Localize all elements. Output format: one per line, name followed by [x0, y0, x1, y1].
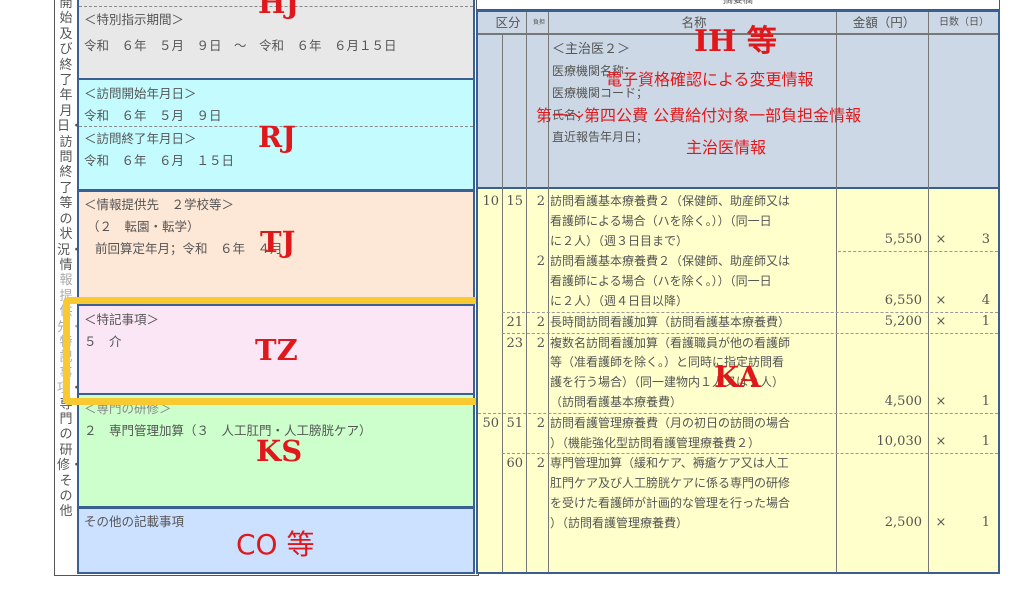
row-burden: 2	[536, 335, 545, 351]
annotation-public-expense: 第一～第四公費 公費給付対象一部負担金情報	[536, 106, 862, 125]
row-times-sign: ×	[935, 514, 947, 530]
row-name: 訪問看護管理療養費（月の初日の訪問の場合 ）（機能強化型訪問看護管理療養費２）	[550, 415, 791, 450]
row-category-minor: 23	[506, 335, 523, 351]
row-name: 訪問看護基本療養費２（保健師、助産師又は 看護師による場合（ハを除く。））（同一…	[550, 254, 791, 308]
specialized-training-heading: ＜専門の研修＞	[84, 401, 172, 416]
special-notes-heading: ＜特記事項＞	[84, 312, 160, 327]
row-separator	[502, 453, 998, 455]
col-divider	[502, 34, 503, 572]
row-burden: 2	[536, 194, 545, 209]
row-separator	[502, 332, 998, 334]
row-category-minor: 51	[506, 415, 523, 431]
row-times-sign: ×	[935, 393, 947, 409]
row-category-minor: 15	[506, 194, 523, 209]
row-name: 長時間訪問看護加算（訪問看護基本療養費）	[550, 314, 791, 329]
summary-title: 摘要欄	[476, 0, 1000, 10]
other-notes-heading: その他の記載事項	[84, 514, 185, 529]
row-days: 1	[981, 313, 990, 329]
row-name: 訪問看護基本療養費２（保健師、助産師又は 看護師による場合（ハを除く。））（同一…	[550, 194, 791, 248]
specialized-training-value: ２ 専門管理加算（３ 人工肛門・人工膀胱ケア）	[84, 423, 372, 438]
row-days: 1	[981, 434, 990, 450]
visit-end-date: 令和 ６年 ６月 １５日	[84, 153, 235, 168]
col-divider	[836, 12, 837, 572]
row-days: 4	[981, 292, 990, 308]
row-times-sign: ×	[935, 292, 947, 308]
row-burden: 2	[536, 415, 545, 431]
row-amount: 6,550	[884, 292, 922, 308]
record-code-hj: HJ	[258, 0, 300, 20]
summary-grid: 区分 負担 名称 金額（円） 日数（日） ＜主治医２＞ 医療機関名称； 医療機関…	[476, 10, 1000, 574]
summary-table: 摘要欄 区分 負担 名称 金額（円） 日数（日） ＜主治医２＞ 医療機関名称； …	[476, 0, 1000, 576]
row-separator	[502, 311, 998, 313]
info-provision-last-date: 前回算定年月；令和 ６年 ４月	[95, 241, 283, 256]
row-name: 複数名訪問看護加算（看護職員が他の看護師 等（准看護師を除く。）と同時に指定訪問…	[550, 335, 791, 409]
special-instruction-heading: ＜特別指示期間＞	[84, 12, 185, 27]
record-code-tj: TJ	[260, 225, 296, 259]
column-header-days: 日数（日）	[930, 12, 998, 34]
annotation-attending-doctor: 主治医情報	[686, 138, 767, 157]
annotation-electronic-qualification: 電子資格確認による変更情報	[606, 70, 814, 89]
info-provision-heading: ＜情報提供先 ２学校等＞	[84, 197, 235, 212]
row-category-minor: 21	[506, 314, 523, 330]
row-times-sign: ×	[935, 232, 947, 248]
vertical-section-label: 開始及び終了年月日・訪問終了等の状況・情報提供先・特記事項・専門の研修・その他	[57, 0, 83, 520]
row-burden: 2	[536, 314, 545, 330]
visit-end-heading: ＜訪問終了年月日＞	[84, 131, 197, 146]
row-amount: 5,200	[884, 313, 922, 329]
record-code-co: CO 等	[236, 528, 315, 561]
col-divider	[526, 12, 527, 572]
row-times-sign: ×	[935, 434, 947, 450]
column-header-amount: 金額（円）	[838, 12, 930, 34]
record-code-rj: RJ	[258, 120, 296, 154]
visit-start-heading: ＜訪問開始年月日＞	[84, 86, 197, 101]
row-amount: 2,500	[884, 514, 922, 530]
record-code-ih: IH 等	[694, 24, 777, 59]
special-notes-value: ５ 介	[84, 334, 122, 349]
info-provision-detail: （２ 転園・転学）	[87, 219, 200, 234]
row-amount: 10,030	[876, 434, 923, 450]
row-amount: 4,500	[884, 393, 922, 409]
row-burden: 2	[536, 254, 545, 270]
col-divider	[928, 12, 929, 572]
row-burden: 2	[536, 456, 545, 472]
row-times-sign: ×	[935, 313, 947, 329]
col-divider	[548, 12, 549, 572]
doctor-heading: ＜主治医２＞	[552, 42, 631, 57]
row-days: 1	[981, 393, 990, 409]
row-category-major: 10	[482, 194, 499, 209]
doctor-line-report-date: 直近報告年月日；	[552, 130, 649, 144]
row-separator	[478, 412, 998, 414]
record-code-ks: KS	[256, 434, 303, 468]
row-category-major: 50	[482, 415, 499, 431]
special-instruction-period: 令和 ６年 ５月 ９日 ～ 令和 ６年 ６月１５日	[84, 38, 397, 53]
row-name: 専門管理加算（緩和ケア、褥瘡ケア又は人工 肛門ケア及び人工膀胱ケアに係る専門の研…	[550, 456, 791, 530]
record-code-ka: KA	[714, 360, 761, 394]
row-category-minor: 60	[506, 456, 523, 472]
record-code-tz: TZ	[255, 333, 298, 367]
visit-start-date: 令和 ６年 ５月 ９日	[84, 108, 222, 123]
row-days: 1	[981, 514, 990, 530]
row-days: 3	[981, 232, 990, 248]
row-separator	[838, 251, 998, 253]
row-amount: 5,550	[884, 232, 922, 248]
column-header-burden: 負担	[528, 12, 550, 34]
